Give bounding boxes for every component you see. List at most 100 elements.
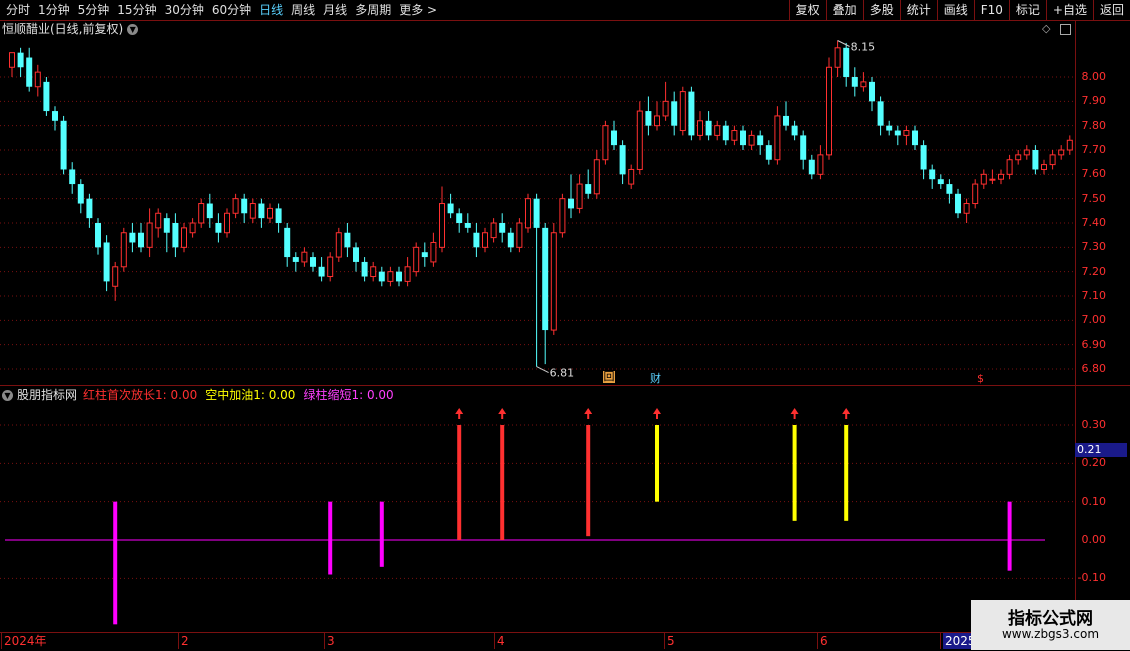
tool-button-3[interactable]: 统计 [899,0,937,20]
high-pointer [837,40,850,47]
time-label: 4 [497,634,505,648]
timeframe-9[interactable]: 多周期 [351,0,395,20]
candles [9,40,1073,367]
candle-down [138,232,144,248]
candle-up [34,71,41,88]
price-label: 7.80 [1081,118,1107,132]
timeframe-5[interactable]: 60分钟 [208,0,255,20]
candle-up [714,125,721,136]
timeframe-2[interactable]: 5分钟 [74,0,114,20]
candle-down [318,266,325,277]
candle-down [843,47,850,77]
candle-up [482,232,488,248]
tool-button-6[interactable]: 标记 [1008,0,1046,20]
dividend-marker-icon[interactable]: $ [977,372,984,385]
candle-down [86,198,93,219]
candle-up [525,198,531,229]
tool-button-7[interactable]: +自选 [1045,0,1093,20]
time-tick [1,633,2,649]
candle-up [430,241,437,263]
replay-marker-icon[interactable]: 回 [603,371,615,383]
timeframe-7[interactable]: 周线 [287,0,319,20]
price-label: 7.20 [1081,264,1107,278]
timeframe-10[interactable]: 更多 > [395,0,441,20]
price-label: 8.00 [1081,70,1107,83]
candle-up [146,222,153,248]
candle-down [533,198,540,228]
time-label: 6 [820,634,828,648]
candle-up [636,110,643,170]
candle-down [258,203,265,219]
candle-up [654,115,660,127]
signal-bar-yellow [792,425,797,521]
candle-down [163,218,170,233]
tool-button-2[interactable]: 多股 [862,0,900,20]
tool-button-1[interactable]: 叠加 [825,0,863,20]
candle-down [507,232,514,248]
price-label: 7.30 [1081,240,1107,254]
indicator-chart[interactable] [0,386,1130,632]
candle-down [77,184,84,204]
candle-up [550,232,557,331]
candle-up [387,271,394,282]
timeframe-8[interactable]: 月线 [319,0,351,20]
signal-arrow-up-icon [842,408,851,414]
candle-down [17,52,24,68]
candle-down [69,169,76,185]
tool-button-5[interactable]: F10 [973,0,1009,20]
candle-down [129,232,136,243]
signal-bar-magenta [113,501,118,625]
candle-down [722,125,729,141]
candle-down [60,120,67,170]
timeframe-bar: 分时 1分钟 5分钟 15分钟 30分钟 60分钟 日线 周线 月线 多周期 更多 > [2,0,441,20]
price-label: 7.50 [1081,191,1107,205]
indicator-axis-label: -0.10 [1077,571,1106,585]
candle-down [740,130,746,146]
time-label: 2024年 [4,634,47,648]
candle-up [662,100,669,117]
candle-up [998,173,1004,180]
timeframe-6[interactable]: 日线 [255,0,287,20]
timeframe-1[interactable]: 1分钟 [34,0,74,20]
signal-bar-red [586,425,591,537]
timeframe-3[interactable]: 15分钟 [113,0,160,20]
candle-down [499,223,506,233]
candle-down [688,91,695,136]
candle-down [645,111,652,126]
candle-up [327,256,334,278]
candle-up [826,66,832,156]
candle-down [473,232,480,248]
candlestick-chart[interactable]: 8.15 6.81 [0,20,1130,385]
tool-button-8[interactable]: 返回 [1092,0,1130,20]
candle-up [370,266,377,278]
tool-button-0[interactable]: 复权 [788,0,826,20]
price-annotations: 8.15 6.81 [536,40,875,380]
timeframe-0[interactable]: 分时 [2,0,34,20]
signal-bar-magenta [328,501,333,575]
time-tick [324,633,325,649]
candle-down [671,101,678,126]
candle-down [26,57,33,87]
signal-arrow-up-icon [653,408,661,414]
indicator-axis-label: 0.10 [1081,494,1107,508]
top-toolbar: 分时 1分钟 5分钟 15分钟 30分钟 60分钟 日线 周线 月线 多周期 更多 > 复权 叠加 多股… [0,0,1130,21]
candle-down [800,135,807,160]
candle-up [181,227,187,248]
candle-up [980,173,987,185]
candle-up [1006,159,1013,175]
time-tick [664,633,665,649]
candle-down [464,223,471,228]
candle-up [155,212,162,229]
finance-marker-icon[interactable]: 财 [650,370,661,386]
timeframe-4[interactable]: 30分钟 [161,0,208,20]
signal-bar-magenta [379,501,384,567]
signal-arrow-up-icon [790,408,799,414]
candle-up [731,130,738,141]
indicator-axis-label: 0.00 [1081,533,1107,546]
candle-down [95,223,101,248]
price-label: 7.10 [1081,289,1107,302]
signal-bar-yellow [844,425,849,521]
candle-down [292,257,299,262]
candle-down [851,77,858,87]
tool-button-4[interactable]: 画线 [936,0,974,20]
